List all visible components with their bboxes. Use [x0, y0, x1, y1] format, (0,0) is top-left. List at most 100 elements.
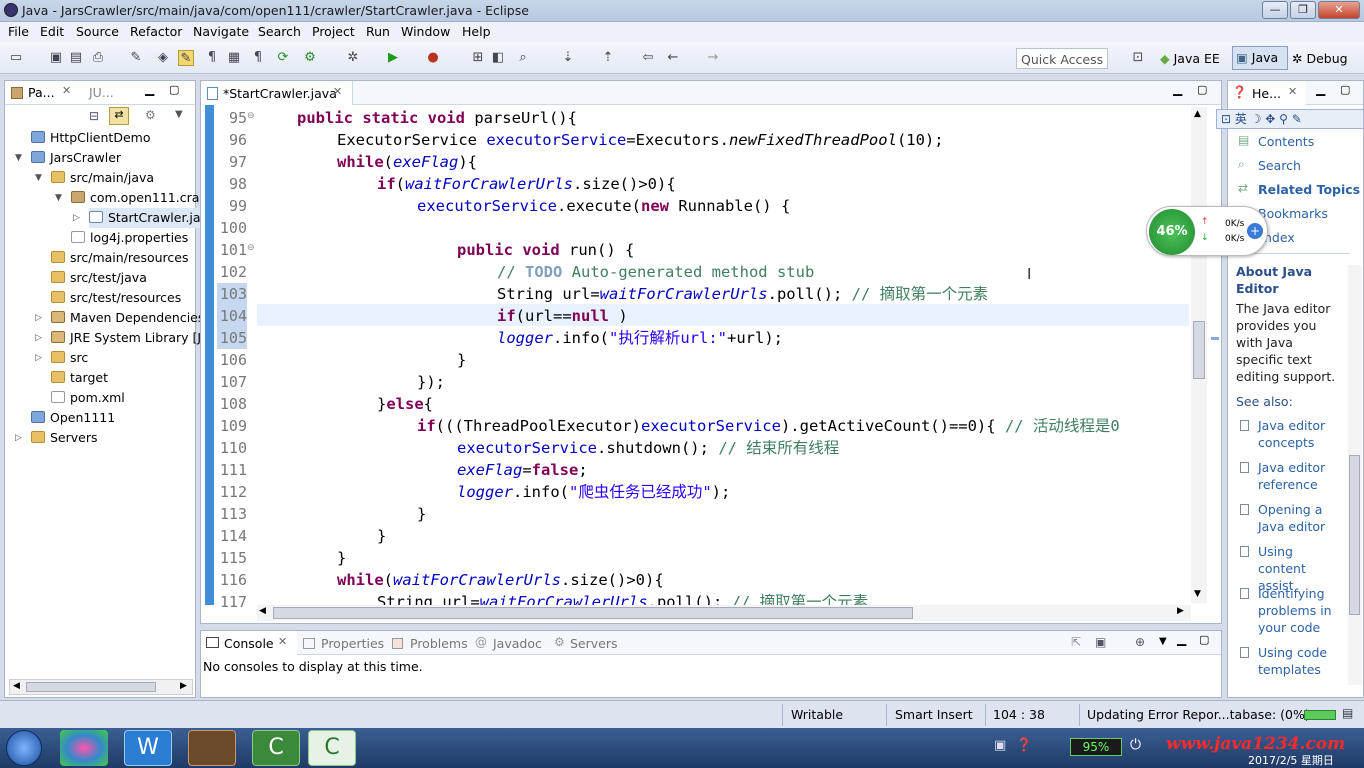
pin-console-icon[interactable]: ⇱ [1071, 635, 1081, 649]
code-line[interactable]: } [337, 547, 346, 569]
fold-collapse-icon[interactable]: ⊖ [247, 111, 255, 121]
progress-details-icon[interactable]: ▤ [1342, 706, 1353, 720]
forward-icon[interactable]: → [705, 50, 721, 66]
minimize-view-icon[interactable]: ▁ [1177, 632, 1186, 646]
explorer-hscroll[interactable]: ◀ ▶ [9, 679, 193, 695]
tree-item[interactable]: HttpClientDemo [31, 128, 150, 148]
search-icon[interactable]: ⌕ [515, 50, 531, 66]
editor-hscroll[interactable]: ◀ ▶ [257, 605, 1191, 621]
code-line[interactable]: if(((ThreadPoolExecutor)executorService)… [417, 415, 1120, 437]
view-menu-icon[interactable]: ⚙ [145, 108, 156, 122]
menu-refactor[interactable]: Refactor [130, 24, 182, 39]
code-line[interactable]: while(waitForCrawlerUrls.size()>0){ [337, 569, 664, 591]
perspective-debug[interactable]: ✲ Debug [1292, 48, 1356, 70]
tree-item[interactable]: ▷ Servers [15, 428, 98, 448]
fold-collapse-icon[interactable]: ⊖ [247, 243, 255, 253]
debug-icon[interactable]: ✲ [345, 50, 361, 66]
hscroll-thumb[interactable] [273, 607, 913, 619]
tree-item[interactable]: ▷ Maven Dependencies [35, 308, 204, 328]
boost-icon[interactable]: + [1247, 223, 1263, 239]
tab-package-explorer[interactable]: Pa... [28, 85, 55, 100]
help-link-related-topics[interactable]: Related Topics [1258, 181, 1360, 198]
code-line[interactable]: }else{ [377, 393, 433, 415]
tree-item[interactable]: ▷ StartCrawler.jav [73, 208, 208, 228]
start-orb-icon[interactable] [6, 730, 42, 766]
tree-item[interactable]: Open1111 [31, 408, 115, 428]
minimize-view-icon[interactable]: ▁ [145, 82, 154, 96]
perspective-java[interactable]: ▣ Java [1232, 46, 1288, 70]
progress-bar[interactable] [1304, 710, 1336, 720]
previous-annotation-icon[interactable]: ⇡ [600, 50, 616, 66]
close-tab-icon[interactable]: ✕ [278, 635, 287, 648]
tree-item[interactable]: log4j.properties [71, 228, 188, 248]
maximize-view-icon[interactable]: ▢ [1199, 633, 1209, 646]
link-with-editor-icon[interactable]: ⇄ [109, 107, 129, 125]
maximize-view-icon[interactable]: ▢ [169, 83, 179, 96]
taskbar-app-3[interactable] [188, 730, 236, 766]
code-line[interactable]: }); [417, 371, 445, 393]
menu-run[interactable]: Run [366, 24, 390, 39]
tab-junit[interactable]: JU... [89, 85, 114, 100]
code-line[interactable]: while(exeFlag){ [337, 151, 477, 173]
code-line[interactable]: } [377, 525, 386, 547]
show-whitespace-icon[interactable]: ¶ [250, 50, 266, 66]
code-line[interactable]: logger.info("执行解析url:"+url); [497, 327, 783, 349]
perspective-java-ee[interactable]: ◆ Java EE [1160, 48, 1228, 70]
close-tab-icon[interactable]: ✕ [333, 85, 342, 98]
code-line[interactable]: String url=waitForCrawlerUrls.poll(); //… [377, 591, 868, 605]
taskbar-app-camtasia-2[interactable]: C [308, 730, 356, 766]
help-see-also-link[interactable]: Identifying problems in your code [1258, 585, 1344, 636]
scroll-thumb[interactable] [26, 682, 156, 692]
format-icon[interactable]: ¶ [204, 50, 220, 66]
scroll-right-icon[interactable]: ▶ [180, 681, 187, 691]
save-all-icon[interactable]: ▤ [68, 50, 84, 66]
open-perspective-icon[interactable]: ⊡ [1130, 50, 1146, 66]
save-icon[interactable]: ▣ [48, 50, 64, 66]
scroll-right-icon[interactable]: ▶ [1177, 606, 1184, 616]
help-link-search[interactable]: Search [1258, 157, 1301, 174]
tab-properties[interactable]: Properties [321, 636, 384, 651]
open-type-icon[interactable]: ◧ [490, 50, 506, 66]
help-see-also-link[interactable]: Using code templates [1258, 644, 1344, 678]
back-icon[interactable]: ← [665, 50, 681, 66]
tree-item[interactable]: ▷ src [35, 348, 88, 368]
menu-window[interactable]: Window [401, 24, 450, 39]
code-line[interactable]: } [417, 503, 426, 525]
tray-help-icon[interactable]: ❓ [1016, 738, 1032, 753]
external-tools-icon[interactable]: ● [425, 50, 441, 66]
next-annotation-icon[interactable]: ⇣ [560, 50, 576, 66]
ime-toolbar[interactable]: ⊡ 英 ☽ ✥ ⚲ ✎ [1216, 109, 1364, 129]
help-vscroll[interactable] [1348, 265, 1362, 685]
network-monitor-widget[interactable]: 46% ↑ 0K/s ↓ 0K/s + [1146, 206, 1268, 256]
collapsed-arrow-icon[interactable]: ▷ [35, 348, 42, 368]
tree-item[interactable]: ▼ com.open111.crav [55, 188, 207, 208]
highlight-icon[interactable]: ✎ [178, 50, 194, 66]
status-progress-text[interactable]: Updating Error Repor...tabase: (0%) [1087, 707, 1310, 722]
scroll-left-icon[interactable]: ◀ [259, 606, 266, 616]
code-line[interactable]: executorService.shutdown(); // 结束所有线程 [457, 437, 839, 459]
vscroll-thumb[interactable] [1349, 455, 1360, 615]
vscroll-thumb[interactable] [1193, 321, 1205, 379]
code-line[interactable]: public void run() { [457, 239, 634, 261]
minimize-view-icon[interactable]: ▁ [1316, 82, 1325, 96]
code-line[interactable]: } [457, 349, 466, 371]
collapsed-arrow-icon[interactable]: ▷ [35, 308, 42, 328]
code-line[interactable]: if(waitForCrawlerUrls.size()>0){ [377, 173, 676, 195]
menu-navigate[interactable]: Navigate [193, 24, 249, 39]
menu-edit[interactable]: Edit [40, 24, 64, 39]
code-line[interactable]: String url=waitForCrawlerUrls.poll(); //… [497, 283, 988, 305]
collapsed-arrow-icon[interactable]: ▷ [73, 208, 80, 228]
maximize-editor-icon[interactable]: ▢ [1197, 83, 1207, 96]
code-line[interactable]: ExecutorService executorService=Executor… [337, 129, 944, 151]
collapsed-arrow-icon[interactable]: ▷ [15, 428, 22, 448]
close-button[interactable]: ✕ [1318, 1, 1360, 19]
minimize-button[interactable]: — [1262, 1, 1288, 19]
collapsed-arrow-icon[interactable]: ▷ [35, 328, 42, 348]
collapse-all-icon[interactable]: ⊟ [89, 109, 99, 123]
minimize-editor-icon[interactable]: ▁ [1173, 82, 1182, 96]
close-tab-icon[interactable]: ✕ [1288, 85, 1297, 98]
refresh-icon[interactable]: ⟳ [275, 50, 291, 66]
tray-icon[interactable]: ▣ [994, 738, 1006, 753]
block-select-icon[interactable]: ▦ [226, 50, 242, 66]
view-menu-icon[interactable]: ▼ [1159, 636, 1167, 647]
